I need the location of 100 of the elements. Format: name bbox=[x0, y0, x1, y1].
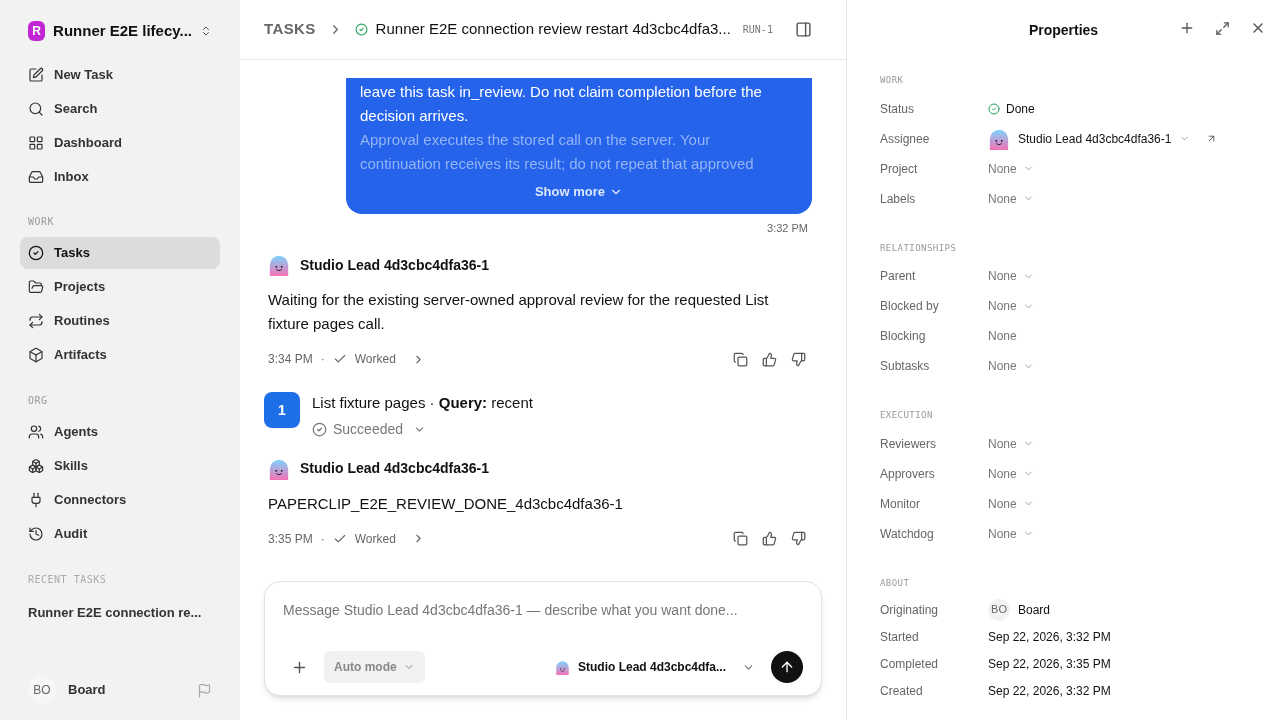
property-label: Approvers bbox=[880, 465, 936, 483]
thumbs-down-icon[interactable] bbox=[791, 351, 806, 367]
select-value[interactable]: None bbox=[988, 494, 1034, 513]
message-input[interactable]: Message Studio Lead 4d3cbc4dfa36-1 — describe what you want done... bbox=[283, 600, 803, 621]
agent-avatar bbox=[268, 254, 290, 276]
nav-icon bbox=[28, 492, 44, 508]
task-title: Runner E2E connection review restart 4d3cbc4dfa3... bbox=[375, 19, 731, 40]
tool-call: List fixture pages · Query: recent bbox=[312, 393, 533, 413]
agent-avatar bbox=[554, 659, 570, 675]
nav-icon bbox=[28, 458, 44, 474]
select-value[interactable]: None bbox=[988, 189, 1034, 208]
property-label: Completed bbox=[880, 655, 940, 673]
nav-item[interactable]: Projects bbox=[20, 271, 220, 303]
nav-icon bbox=[28, 135, 44, 151]
separator-dot: · bbox=[320, 530, 325, 548]
check-circle-icon bbox=[312, 421, 327, 437]
property-label: Monitor bbox=[880, 495, 921, 513]
date-value: Sep 22, 2026, 3:32 PM bbox=[988, 682, 1111, 700]
run-status: Worked bbox=[354, 351, 396, 368]
run-id: RUN-1 bbox=[742, 23, 773, 37]
expand-icon[interactable] bbox=[1215, 20, 1230, 36]
property-label: Parent bbox=[880, 268, 917, 285]
property-label: Labels bbox=[880, 190, 917, 208]
check-icon bbox=[332, 352, 347, 366]
select-value[interactable]: None bbox=[988, 434, 1034, 453]
nav-item[interactable]: Dashboard bbox=[20, 126, 220, 160]
nav-item[interactable]: Inbox bbox=[20, 160, 220, 194]
agent-avatar bbox=[988, 127, 1010, 150]
step-number: 1 bbox=[264, 392, 300, 428]
breadcrumb-link[interactable]: TASKS bbox=[264, 18, 316, 41]
status-icon bbox=[354, 23, 368, 36]
section-heading: RECENT TASKS bbox=[27, 573, 108, 587]
agent-name: Studio Lead 4d3cbc4dfa36-1 bbox=[300, 459, 490, 478]
user-avatar: BO bbox=[28, 676, 56, 704]
add-icon[interactable] bbox=[1179, 20, 1195, 36]
property-label: Started bbox=[880, 628, 920, 646]
nav-item[interactable]: Search bbox=[20, 92, 220, 126]
thumbs-down-icon[interactable] bbox=[791, 531, 806, 546]
message-text: leave this task in_review. Do not claim completion before the decision arrives. bbox=[360, 82, 763, 126]
property-value: None bbox=[988, 328, 1017, 345]
message-text: PAPERCLIP_E2E_REVIEW_DONE_4d3cbc4dfa36-1 bbox=[268, 493, 624, 514]
select-value[interactable]: None bbox=[988, 267, 1034, 285]
nav-icon bbox=[28, 101, 44, 117]
section-heading: ORG bbox=[27, 394, 49, 408]
nav-item[interactable]: Connectors bbox=[20, 484, 220, 516]
check-circle-icon bbox=[988, 102, 1000, 115]
agent-name: Studio Lead 4d3cbc4dfa36-1 bbox=[300, 255, 490, 275]
nav-icon bbox=[28, 245, 44, 261]
nav-item[interactable]: Tasks bbox=[20, 237, 220, 269]
agent-picker[interactable]: Studio Lead 4d3cbc4dfa... bbox=[554, 658, 755, 676]
message-text: Waiting for the existing server-owned approval review for the requested List fixture pages call. bbox=[268, 290, 770, 334]
user-name: Board bbox=[1018, 601, 1051, 619]
nav-item[interactable]: Artifacts bbox=[20, 339, 220, 371]
workspace-name[interactable]: Runner E2E lifecy... bbox=[53, 19, 193, 43]
section-heading: ABOUT bbox=[880, 576, 911, 590]
select-value[interactable]: None bbox=[988, 297, 1034, 315]
panel-title: Properties bbox=[1028, 20, 1099, 40]
send-button[interactable] bbox=[771, 651, 803, 683]
nav-item[interactable]: Skills bbox=[20, 450, 220, 482]
property-label: Watchdog bbox=[880, 525, 935, 543]
copy-icon[interactable] bbox=[733, 351, 748, 367]
select-value[interactable]: None bbox=[988, 464, 1034, 483]
nav-icon bbox=[28, 279, 44, 295]
message-text: Approval executes the stored call on the server. Your continuation receives its result; do not repeat that approved bbox=[360, 130, 755, 174]
date-value: Sep 22, 2026, 3:35 PM bbox=[988, 655, 1111, 673]
assignee-value[interactable]: Studio Lead 4d3cbc4dfa36-1 bbox=[1018, 129, 1172, 148]
agent-avatar bbox=[268, 457, 290, 480]
property-label: Originating bbox=[880, 601, 940, 619]
recent-task[interactable]: Runner E2E connection re... bbox=[20, 599, 220, 627]
nav-icon bbox=[28, 526, 44, 542]
nav-icon bbox=[28, 313, 44, 329]
nav-icon bbox=[28, 424, 44, 440]
nav-icon bbox=[28, 347, 44, 363]
property-label: Created bbox=[880, 682, 924, 700]
property-label: Subtasks bbox=[880, 358, 931, 375]
status-dropdown[interactable]: Succeeded bbox=[312, 418, 533, 440]
property-label: Blocked by bbox=[880, 298, 940, 315]
message-time: 3:35 PM bbox=[268, 530, 313, 548]
thumbs-up-icon[interactable] bbox=[762, 351, 777, 367]
select-value[interactable]: None bbox=[988, 357, 1034, 375]
thumbs-up-icon[interactable] bbox=[762, 531, 777, 546]
message-time: 3:34 PM bbox=[268, 351, 313, 368]
nav-item[interactable]: Routines bbox=[20, 305, 220, 337]
panel-toggle-icon[interactable] bbox=[795, 21, 812, 38]
section-heading: WORK bbox=[880, 74, 905, 87]
select-value[interactable]: None bbox=[988, 159, 1034, 178]
separator-dot: · bbox=[320, 351, 325, 368]
property-label: Blocking bbox=[880, 328, 927, 345]
status-value[interactable]: Done bbox=[988, 99, 1035, 118]
nav-icon bbox=[28, 169, 44, 185]
switcher-icon[interactable] bbox=[200, 24, 212, 38]
user-name[interactable]: Board bbox=[68, 680, 185, 700]
nav-item[interactable]: Agents bbox=[20, 416, 220, 448]
select-value[interactable]: None bbox=[988, 524, 1034, 543]
nav-item[interactable]: New Task bbox=[20, 58, 220, 92]
show-more-button[interactable]: Show more bbox=[534, 182, 624, 202]
nav-item[interactable]: Audit bbox=[20, 518, 220, 550]
copy-icon[interactable] bbox=[733, 531, 748, 546]
property-label: Status bbox=[880, 100, 916, 118]
property-label: Assignee bbox=[880, 130, 931, 148]
